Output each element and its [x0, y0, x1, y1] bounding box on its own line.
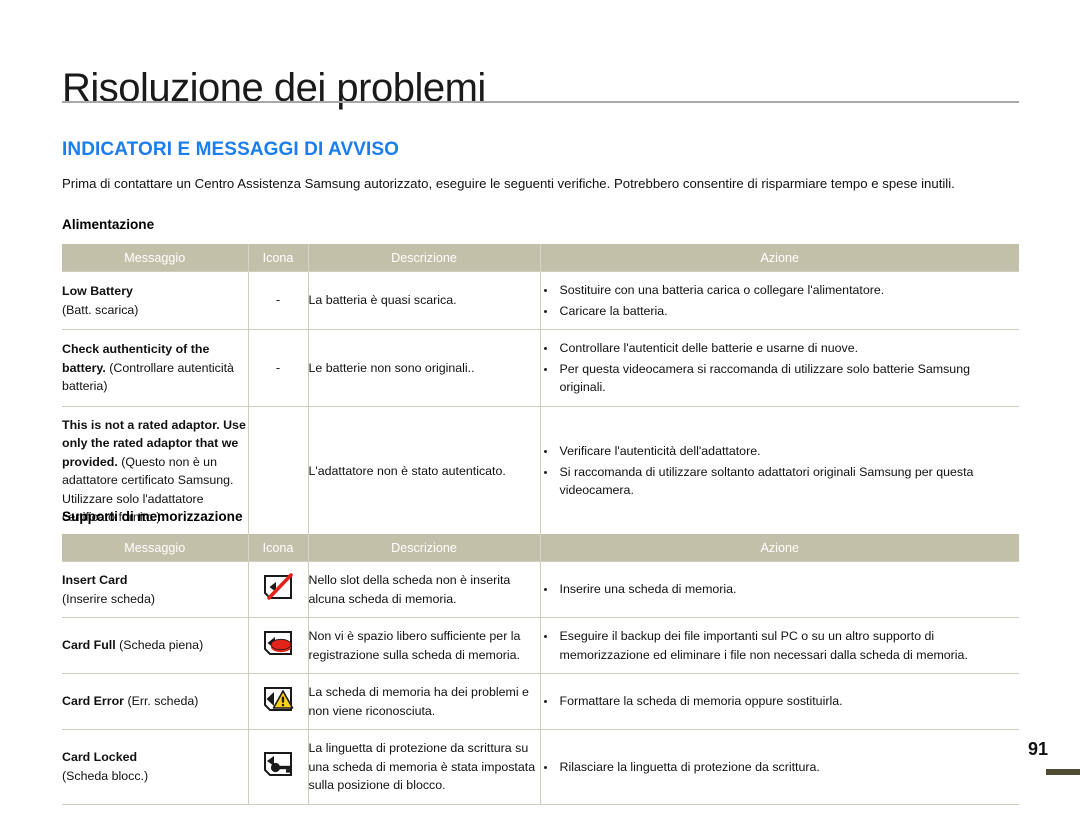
action-item: Rilasciare la linguetta di protezione da… [541, 758, 1020, 777]
intro-paragraph: Prima di contattare un Centro Assistenza… [62, 176, 955, 192]
column-header-descrizione: Descrizione [308, 244, 541, 272]
table-row: Card Error (Err. scheda) La scheda di me… [62, 673, 1020, 730]
cell-message: Card Locked (Scheda blocc.) [62, 729, 249, 805]
action-item: Controllare l'autenticit delle batterie … [541, 339, 1020, 358]
subheading-alimentazione: Alimentazione [62, 217, 155, 232]
table-supporti-di-memorizzazione: Messaggio Icona Descrizione Azione Inser… [62, 534, 1019, 805]
action-item: Verificare l'autenticità dell'adattatore… [541, 442, 1020, 461]
action-list: Inserire una scheda di memoria. [541, 580, 1020, 599]
footer-tab-marker [1046, 769, 1080, 775]
action-item: Caricare la batteria. [541, 302, 1020, 321]
dash-placeholder-icon: - [275, 359, 281, 375]
cell-description: La linguetta di protezione da scrittura … [308, 729, 541, 805]
message-label-en: Low Battery [62, 284, 133, 298]
card-full-icon [260, 628, 296, 658]
manual-page: Risoluzione dei problemi INDICATORI E ME… [0, 0, 1080, 825]
cell-description: L'adattatore non è stato autenticato. [308, 405, 541, 537]
column-header-icona: Icona [248, 244, 309, 272]
card-error-icon [260, 684, 296, 714]
table-header-row: Messaggio Icona Descrizione Azione [62, 534, 1019, 562]
table-header-row: Messaggio Icona Descrizione Azione [62, 244, 1019, 272]
table-row: Card Full (Scheda piena) Non vi è spazio… [62, 617, 1020, 674]
title-divider [62, 101, 1019, 103]
column-header-messaggio: Messaggio [62, 534, 249, 562]
column-header-azione: Azione [540, 244, 1019, 272]
cell-action: Inserire una scheda di memoria. [540, 561, 1020, 618]
message-label-it: (Err. scheda) [127, 694, 199, 709]
cell-action: Rilasciare la linguetta di protezione da… [540, 729, 1020, 805]
table-row: Insert Card (Inserire scheda) Nello slot… [62, 561, 1020, 618]
action-list: Sostituire con una batteria carica o col… [541, 281, 1020, 320]
action-list: Eseguire il backup dei file importanti s… [541, 627, 1020, 664]
cell-description: Nello slot della scheda non è inserita a… [308, 561, 541, 618]
message-label-it: (Scheda blocc.) [62, 768, 149, 783]
message-label-it: (Scheda piena) [119, 638, 204, 653]
cell-icon [248, 729, 309, 805]
action-item: Inserire una scheda di memoria. [541, 580, 1020, 599]
action-list: Verificare l'autenticità dell'adattatore… [541, 442, 1020, 500]
action-item: Si raccomanda di utilizzare soltanto ada… [541, 463, 1020, 500]
cell-description: La scheda di memoria ha dei problemi e n… [308, 673, 541, 730]
cell-description: Le batterie non sono originali.. [308, 329, 541, 406]
message-label-it: (Batt. scarica) [62, 302, 139, 317]
action-item: Eseguire il backup dei file importanti s… [541, 627, 1020, 664]
cell-action: Sostituire con una batteria carica o col… [540, 271, 1020, 330]
message-label-en: Card Full [62, 638, 116, 653]
cell-description: La batteria è quasi scarica. [308, 271, 541, 330]
table-row: Card Locked (Scheda blocc.) La linguetta… [62, 729, 1020, 805]
table-row: Check authenticity of the battery. (Cont… [62, 329, 1020, 406]
cell-message: Card Error (Err. scheda) [62, 673, 249, 730]
cell-icon [248, 673, 309, 730]
action-list: Controllare l'autenticit delle batterie … [541, 339, 1020, 397]
message-label-en: Card Locked [62, 750, 138, 765]
cell-message: Check authenticity of the battery. (Cont… [62, 329, 249, 406]
dash-placeholder-icon: - [275, 292, 281, 308]
action-list: Formattare la scheda di memoria oppure s… [541, 692, 1020, 711]
table-alimentazione: Messaggio Icona Descrizione Azione Low B… [62, 244, 1019, 537]
card-locked-icon [260, 749, 296, 779]
page-title: Risoluzione dei problemi [62, 65, 486, 110]
cell-action: Eseguire il backup dei file importanti s… [540, 617, 1020, 674]
cell-icon [248, 617, 309, 674]
cell-message: Card Full (Scheda piena) [62, 617, 249, 674]
column-header-descrizione: Descrizione [308, 534, 541, 562]
cell-icon: - [248, 271, 309, 330]
cell-icon [248, 405, 309, 537]
message-label-en: Insert Card [62, 573, 128, 587]
action-list: Rilasciare la linguetta di protezione da… [541, 758, 1020, 777]
table-row: Low Battery (Batt. scarica) - La batteri… [62, 271, 1020, 330]
message-label-it: (Inserire scheda) [62, 591, 155, 606]
column-header-azione: Azione [540, 534, 1019, 562]
subheading-supporti-di-memorizzazione: Supporti di memorizzazione [62, 509, 243, 524]
cell-message: Insert Card (Inserire scheda) [62, 561, 249, 618]
cell-description: Non vi è spazio libero sufficiente per l… [308, 617, 541, 674]
column-header-messaggio: Messaggio [62, 244, 249, 272]
cell-action: Formattare la scheda di memoria oppure s… [540, 673, 1020, 730]
section-title: INDICATORI E MESSAGGI DI AVVISO [62, 138, 400, 160]
action-item: Sostituire con una batteria carica o col… [541, 281, 1020, 300]
action-item: Formattare la scheda di memoria oppure s… [541, 692, 1020, 711]
message-label-en: Card Error [62, 694, 124, 709]
page-number: 91 [1027, 739, 1049, 759]
cell-icon [248, 561, 309, 618]
cell-action: Verificare l'autenticità dell'adattatore… [540, 405, 1020, 537]
cell-action: Controllare l'autenticit delle batterie … [540, 329, 1020, 406]
cell-icon: - [248, 329, 309, 406]
insert-card-icon [260, 572, 296, 602]
column-header-icona: Icona [248, 534, 309, 562]
action-item: Per questa videocamera si raccomanda di … [541, 360, 1020, 397]
cell-message: Low Battery (Batt. scarica) [62, 271, 249, 330]
